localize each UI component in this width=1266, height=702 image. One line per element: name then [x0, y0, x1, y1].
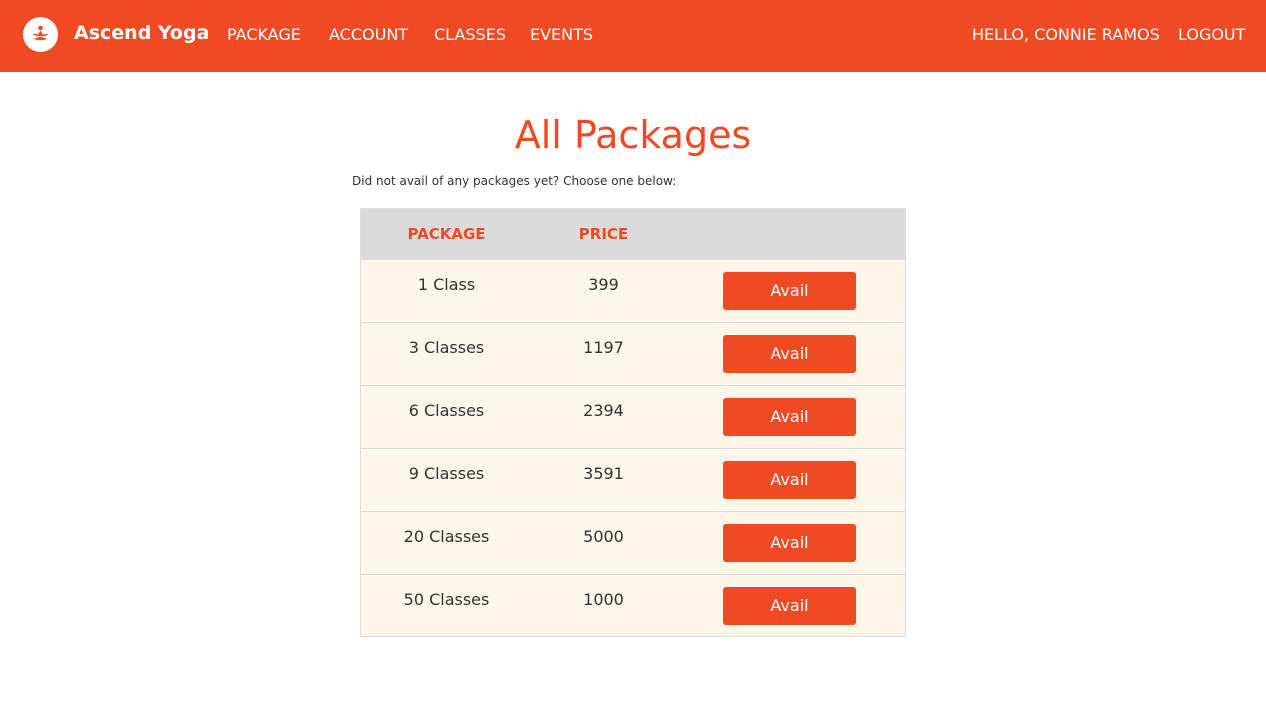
avail-button[interactable]: Avail — [723, 461, 856, 499]
table-row: 3 Classes 1197 Avail — [361, 322, 905, 385]
avail-button[interactable]: Avail — [723, 335, 856, 373]
logo[interactable] — [23, 17, 58, 52]
package-price: 1000 — [583, 590, 624, 609]
top-navbar: Ascend Yoga PACKAGE ACCOUNT CLASSES EVEN… — [0, 0, 1266, 72]
avail-button[interactable]: Avail — [723, 587, 856, 625]
nav-package[interactable]: PACKAGE — [227, 25, 301, 45]
nav-events[interactable]: EVENTS — [530, 25, 593, 45]
column-header-price: PRICE — [578, 225, 629, 243]
table-row: 50 Classes 1000 Avail — [361, 574, 905, 637]
package-price: 1197 — [583, 338, 624, 357]
package-price: 3591 — [583, 464, 624, 483]
package-price: 5000 — [583, 527, 624, 546]
column-header-package: PACKAGE — [407, 225, 486, 243]
package-price: 2394 — [583, 401, 624, 420]
page-title: All Packages — [514, 113, 752, 157]
nav-classes[interactable]: CLASSES — [434, 25, 506, 45]
brand-name[interactable]: Ascend Yoga — [74, 21, 209, 45]
nav-account[interactable]: ACCOUNT — [329, 25, 408, 45]
package-name: 1 Class — [417, 275, 476, 294]
package-name: 20 Classes — [403, 527, 490, 546]
package-name: 3 Classes — [408, 338, 485, 357]
package-name: 6 Classes — [408, 401, 485, 420]
table-row: 1 Class 399 Avail — [361, 259, 905, 322]
table-body: 1 Class 399 Avail 3 Classes 1197 Avail 6… — [361, 259, 905, 637]
package-name: 50 Classes — [403, 590, 490, 609]
avail-button[interactable]: Avail — [723, 398, 856, 436]
meditating-figure-icon — [33, 25, 48, 41]
logout-link[interactable]: LOGOUT — [1178, 25, 1245, 45]
packages-table: PACKAGE PRICE 1 Class 399 Avail 3 Classe… — [360, 208, 906, 637]
package-name: 9 Classes — [408, 464, 485, 483]
page-subtitle: Did not avail of any packages yet? Choos… — [352, 174, 677, 188]
table-header-row: PACKAGE PRICE — [361, 209, 905, 259]
avail-button[interactable]: Avail — [723, 272, 856, 310]
user-greeting: HELLO, CONNIE RAMOS — [972, 25, 1160, 44]
avail-button[interactable]: Avail — [723, 524, 856, 562]
table-row: 20 Classes 5000 Avail — [361, 511, 905, 574]
table-row: 9 Classes 3591 Avail — [361, 448, 905, 511]
package-price: 399 — [588, 275, 619, 294]
table-row: 6 Classes 2394 Avail — [361, 385, 905, 448]
